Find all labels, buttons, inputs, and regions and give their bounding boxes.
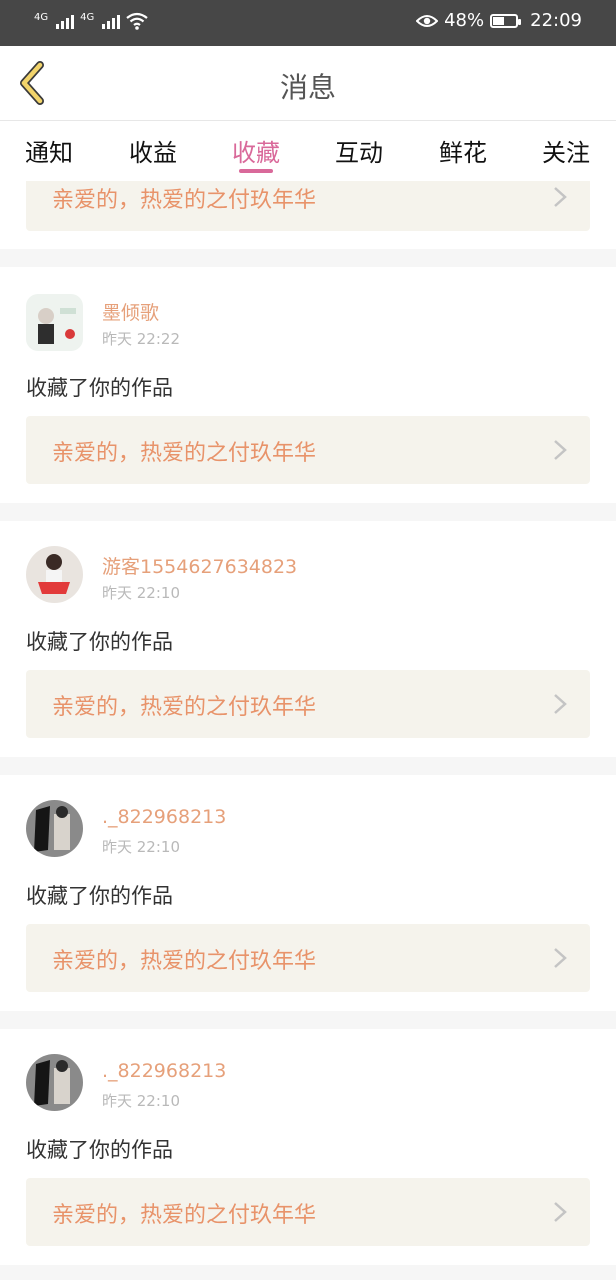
message-card: 游客1554627634823 昨天 22:10 收藏了你的作品 亲爱的，热爱的… [0, 521, 616, 757]
timestamp: 昨天 22:10 [102, 838, 180, 856]
work-link[interactable]: 亲爱的，热爱的之付玖年华 [26, 416, 590, 484]
timestamp: 昨天 22:10 [102, 584, 180, 602]
user-name[interactable]: 游客1554627634823 [102, 552, 297, 579]
timestamp: 昨天 22:10 [102, 1092, 180, 1110]
tab-favorites[interactable]: 收藏 [211, 133, 301, 168]
user-name[interactable]: 墨倾歌 [102, 298, 159, 325]
signal-icon-2 [102, 13, 121, 29]
eye-icon [416, 14, 439, 27]
status-right: 48% 22:09 [416, 10, 582, 31]
avatar[interactable] [26, 294, 83, 351]
message-card: ._822968213 昨天 22:10 收藏了你的作品 亲爱的，热爱的之付玖年… [0, 775, 616, 1011]
battery-percent: 48% [444, 10, 485, 31]
message-card: 墨倾歌 昨天 22:22 收藏了你的作品 亲爱的，热爱的之付玖年华 [0, 267, 616, 503]
network-type-2: 4G [80, 12, 95, 23]
avatar[interactable] [26, 546, 83, 603]
chevron-right-icon [554, 948, 567, 968]
tab-bar: 通知 收益 收藏 互动 鲜花 关注 [0, 121, 616, 181]
avatar[interactable] [26, 800, 83, 857]
action-text: 收藏了你的作品 [26, 630, 173, 654]
status-left: 4G 4G [34, 12, 148, 30]
clock: 22:09 [530, 10, 582, 31]
work-title: 亲爱的，热爱的之付玖年华 [52, 695, 317, 720]
message-feed[interactable]: 亲爱的，热爱的之付玖年华 墨倾歌 昨天 22:22 收藏了你的作品 亲爱的，热爱… [0, 181, 616, 1280]
wifi-icon [126, 12, 148, 30]
signal-icon-1 [56, 13, 75, 29]
active-tab-indicator [239, 169, 273, 173]
work-title: 亲爱的，热爱的之付玖年华 [52, 188, 317, 213]
chevron-right-icon [554, 440, 567, 460]
tab-notifications[interactable]: 通知 [4, 133, 94, 168]
timestamp: 昨天 22:22 [102, 330, 180, 348]
action-text: 收藏了你的作品 [26, 376, 173, 400]
status-bar: 4G 4G 48% 22:09 [0, 0, 616, 46]
work-title: 亲爱的，热爱的之付玖年华 [52, 949, 317, 974]
app-header: 消息 [0, 46, 616, 121]
avatar[interactable] [26, 1054, 83, 1111]
tab-earnings[interactable]: 收益 [108, 133, 198, 168]
message-card-partial: 亲爱的，热爱的之付玖年华 [0, 181, 616, 249]
tab-flowers[interactable]: 鲜花 [418, 133, 508, 168]
action-text: 收藏了你的作品 [26, 884, 173, 908]
page-title: 消息 [279, 71, 336, 104]
tab-following[interactable]: 关注 [521, 133, 611, 168]
network-type-1: 4G [34, 12, 49, 23]
chevron-right-icon [554, 694, 567, 714]
chevron-right-icon [554, 1202, 567, 1222]
work-link[interactable]: 亲爱的，热爱的之付玖年华 [26, 1178, 590, 1246]
battery-fill [493, 16, 505, 25]
chevron-right-icon [554, 187, 567, 207]
tab-interactions[interactable]: 互动 [314, 133, 404, 168]
work-link[interactable]: 亲爱的，热爱的之付玖年华 [26, 670, 590, 738]
work-link[interactable]: 亲爱的，热爱的之付玖年华 [26, 924, 590, 992]
message-card: ._822968213 昨天 22:10 收藏了你的作品 亲爱的，热爱的之付玖年… [0, 1029, 616, 1265]
work-link[interactable]: 亲爱的，热爱的之付玖年华 [26, 181, 590, 231]
battery-icon [490, 13, 522, 28]
user-name[interactable]: ._822968213 [102, 1060, 226, 1082]
user-name[interactable]: ._822968213 [102, 806, 226, 828]
work-title: 亲爱的，热爱的之付玖年华 [52, 441, 317, 466]
action-text: 收藏了你的作品 [26, 1138, 173, 1162]
work-title: 亲爱的，热爱的之付玖年华 [52, 1203, 317, 1228]
